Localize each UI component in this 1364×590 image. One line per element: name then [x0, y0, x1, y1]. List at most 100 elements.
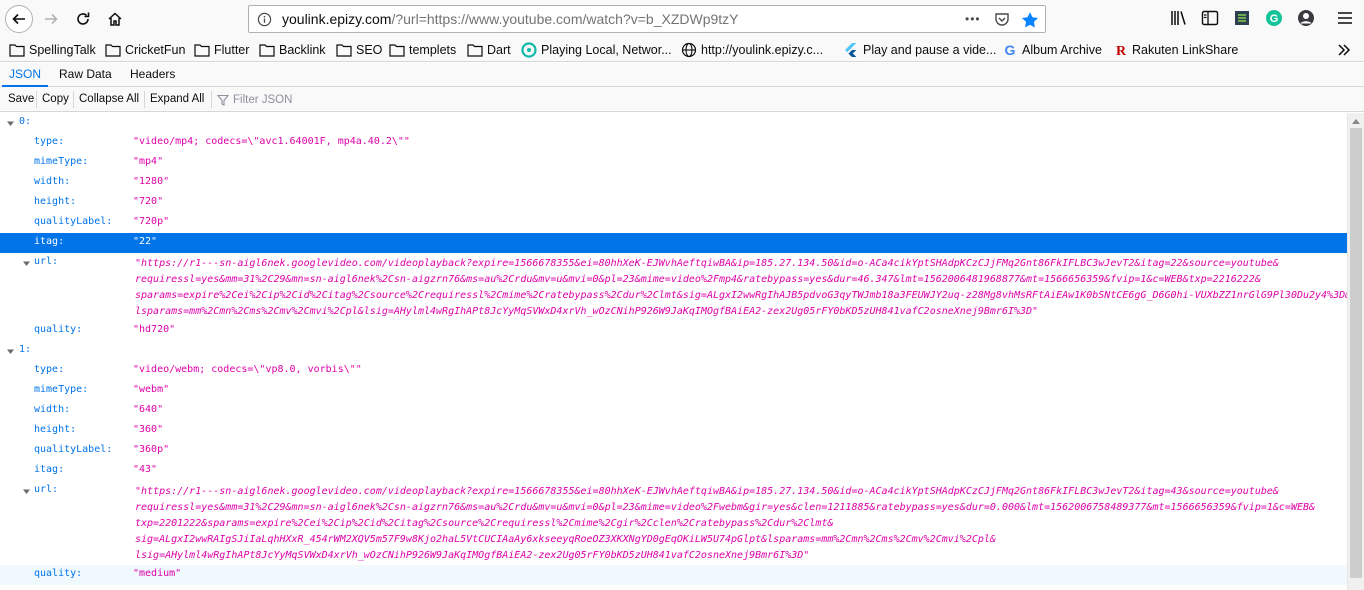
json-key: mimeType: — [34, 384, 89, 395]
json-key: qualityLabel: — [34, 216, 113, 227]
bookmark-label: SEO — [356, 43, 383, 57]
bookmark-folder-backlink[interactable]: Backlink — [259, 41, 326, 59]
url-line: lsparams=mm%2Cmn%2Cms%2Cmv%2Cmvi%2Cpl&ls… — [135, 306, 1039, 317]
tree-row-mimetype[interactable]: mimeType: "webm" — [0, 381, 1347, 401]
json-key: height: — [34, 424, 77, 435]
page-actions-icon[interactable]: ••• — [965, 12, 981, 26]
tree-row-url[interactable]: url: "https://r1---sn-aigl6nek.googlevid… — [0, 481, 1347, 565]
library-icon[interactable] — [1170, 9, 1188, 27]
reload-icon — [77, 12, 90, 25]
more-bookmarks-chevron-icon[interactable] — [1337, 43, 1351, 57]
tree-row-itag[interactable]: itag: "43" — [0, 461, 1347, 481]
json-key: qualityLabel: — [34, 444, 113, 455]
url-line: requiressl=yes&mm=31%2C29&mn=sn-aigl6nek… — [135, 274, 1261, 285]
pocket-icon[interactable] — [994, 11, 1010, 27]
tree-row-url[interactable]: url: "https://r1---sn-aigl6nek.googlevid… — [0, 253, 1347, 321]
json-value: "video/mp4; codecs=\"avc1.64001F, mp4a.4… — [133, 136, 410, 147]
url-text[interactable]: youlink.epizy.com/?url=https://www.youtu… — [282, 11, 739, 27]
toolbar-divider — [144, 91, 145, 108]
home-button[interactable] — [101, 5, 129, 33]
bookmark-folder-spellingtalk[interactable]: SpellingTalk — [9, 41, 96, 59]
json-value: "hd720" — [133, 324, 176, 335]
url-string-value: "https://r1---sn-aigl6nek.googlevideo.co… — [135, 256, 1347, 320]
bookmark-folder-dart[interactable]: Dart — [467, 41, 511, 59]
scroll-up-arrow-icon[interactable] — [1352, 118, 1360, 124]
account-icon[interactable] — [1297, 9, 1315, 27]
bookmark-label: Rakuten LinkShare — [1132, 43, 1239, 57]
tree-row-width[interactable]: width: "1280" — [0, 173, 1347, 193]
site-info-icon[interactable] — [257, 12, 272, 27]
json-key: url: — [34, 484, 59, 495]
tree-row-item1[interactable]: 1: — [0, 341, 1347, 361]
expand-twisty-icon[interactable] — [22, 487, 31, 496]
toolbar-divider — [36, 91, 37, 108]
google-favicon: G — [1005, 42, 1016, 58]
bookmark-folder-seo[interactable]: SEO — [336, 41, 382, 59]
tree-row-quality[interactable]: quality: "hd720" — [0, 321, 1347, 341]
json-key: 1: — [19, 344, 32, 355]
bookmark-youlink[interactable]: http://youlink.epizy.c... — [681, 41, 823, 59]
bookmark-folder-flutter[interactable]: Flutter — [194, 41, 249, 59]
grammarly-icon[interactable]: G — [1265, 9, 1283, 27]
bookmark-folder-cricketfun[interactable]: CricketFun — [105, 41, 185, 59]
save-button[interactable]: Save — [4, 90, 38, 109]
tab-raw-data[interactable]: Raw Data — [59, 63, 112, 87]
bookmark-label: templets — [409, 43, 457, 57]
tab-json[interactable]: JSON — [2, 63, 49, 87]
json-value: "360p" — [133, 444, 170, 455]
bookmark-playing-local[interactable]: Playing Local, Networ... — [521, 41, 672, 59]
tree-row-quality-hover[interactable]: quality: "medium" — [0, 565, 1347, 585]
url-line: "https://r1---sn-aigl6nek.googlevideo.co… — [135, 258, 1279, 269]
back-button[interactable] — [5, 5, 33, 33]
json-value: "video/webm; codecs=\"vp8.0, vorbis\"" — [133, 364, 362, 375]
bookmark-label: Play and pause a vide... — [863, 43, 997, 57]
tree-row-width[interactable]: width: "640" — [0, 401, 1347, 421]
bookmark-album-archive[interactable]: G Album Archive — [1002, 41, 1102, 59]
expand-twisty-icon[interactable] — [6, 119, 15, 128]
json-key: height: — [34, 196, 77, 207]
scrollbar-thumb[interactable] — [1350, 128, 1362, 578]
globe-icon — [681, 42, 697, 58]
forward-button[interactable] — [37, 5, 65, 33]
tree-row-type[interactable]: type: "video/webm; codecs=\"vp8.0, vorbi… — [0, 361, 1347, 381]
bookmark-label: Dart — [487, 43, 511, 57]
vertical-scrollbar[interactable] — [1347, 113, 1364, 590]
bookmark-folder-templets[interactable]: templets — [389, 41, 456, 59]
bookmark-play-pause-video[interactable]: Play and pause a vide... — [843, 41, 996, 59]
bookmark-star-icon[interactable] — [1021, 11, 1039, 29]
tree-row-mimetype[interactable]: mimeType: "mp4" — [0, 153, 1347, 173]
url-line: requiressl=yes&mm=31%2C29&mn=sn-aigl6nek… — [135, 502, 1316, 513]
menu-icon[interactable] — [1336, 9, 1354, 27]
json-key: type: — [34, 136, 65, 147]
json-value: "640" — [133, 404, 164, 415]
filter-json-input[interactable]: Filter JSON — [217, 90, 292, 109]
tree-row-itag-selected[interactable]: itag: "22" — [0, 233, 1347, 253]
json-toolbar: Save Copy Collapse All Expand All Filter… — [0, 87, 1364, 112]
tree-row-height[interactable]: height: "720" — [0, 193, 1347, 213]
bookmark-rakuten-linkshare[interactable]: R Rakuten LinkShare — [1114, 41, 1238, 59]
url-line: lsig=AHylml4wRgIhAPt8JcYyMqSVWxD4xrVh_wO… — [135, 550, 810, 561]
tree-row-type[interactable]: type: "video/mp4; codecs=\"avc1.64001F, … — [0, 133, 1347, 153]
sidebar-icon[interactable] — [1201, 9, 1219, 27]
tab-headers[interactable]: Headers — [130, 63, 175, 87]
tree-row-item0[interactable]: 0: — [0, 113, 1347, 133]
expand-twisty-icon[interactable] — [6, 347, 15, 356]
tree-row-height[interactable]: height: "360" — [0, 421, 1347, 441]
json-key: type: — [34, 364, 65, 375]
extension-icon[interactable] — [1233, 9, 1251, 27]
tree-row-qualitylabel[interactable]: qualityLabel: "360p" — [0, 441, 1347, 461]
tree-row-qualitylabel[interactable]: qualityLabel: "720p" — [0, 213, 1347, 233]
folder-icon — [105, 44, 121, 57]
expand-twisty-icon[interactable] — [22, 259, 31, 268]
reload-button[interactable] — [69, 5, 97, 33]
collapse-all-button[interactable]: Collapse All — [75, 90, 143, 109]
copy-button[interactable]: Copy — [38, 90, 73, 109]
bookmark-label: Album Archive — [1022, 43, 1102, 57]
flutter-favicon — [845, 43, 857, 57]
url-path: /?url=https://www.youtube.com/watch?v=b_… — [391, 11, 739, 27]
url-line: "https://r1---sn-aigl6nek.googlevideo.co… — [135, 486, 1279, 497]
rakuten-favicon: R — [1116, 44, 1127, 58]
expand-all-button[interactable]: Expand All — [146, 90, 208, 109]
address-bar[interactable]: youlink.epizy.com/?url=https://www.youtu… — [248, 5, 1046, 33]
forward-arrow-icon — [45, 13, 58, 25]
